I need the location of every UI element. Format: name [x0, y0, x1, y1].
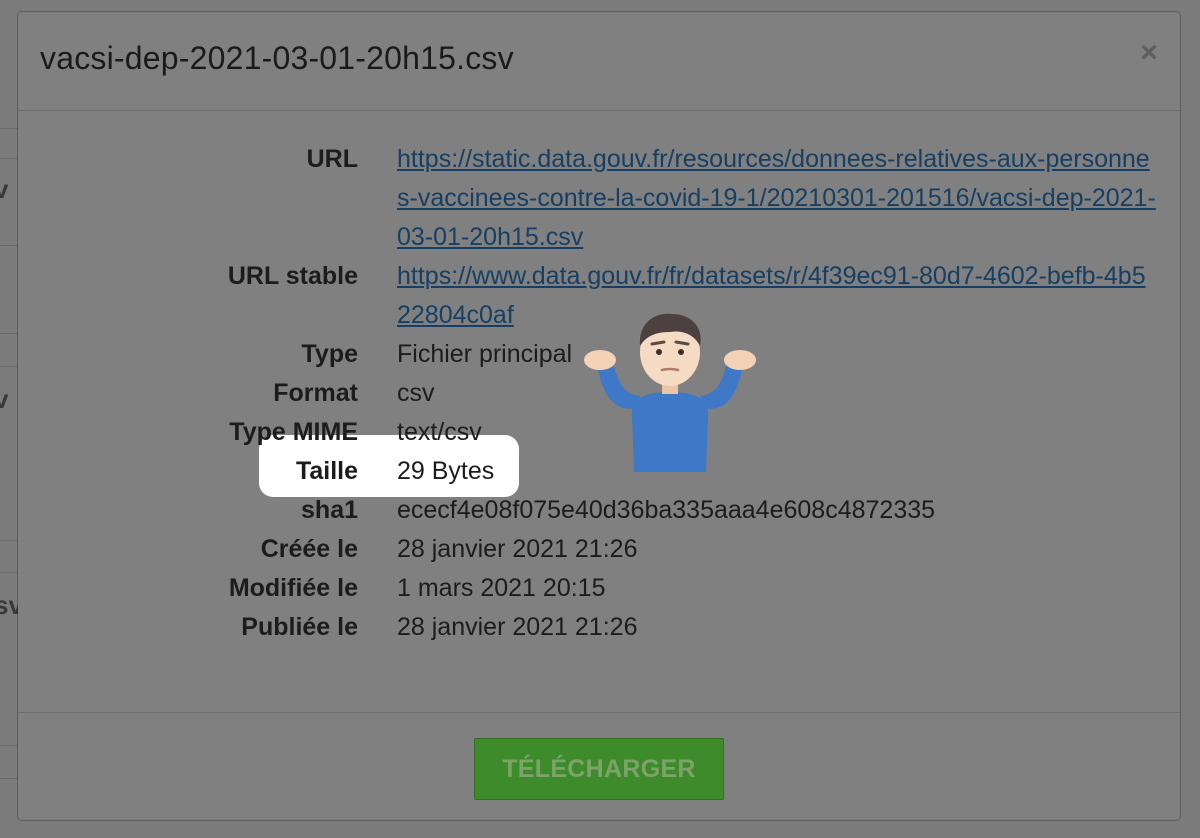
detail-label: Publiée le — [241, 613, 358, 641]
detail-label: Taille — [295, 457, 358, 485]
background-divider — [0, 128, 18, 129]
detail-label: sha1 — [301, 496, 358, 524]
resource-link[interactable]: https://static.data.gouv.fr/resources/do… — [397, 145, 1156, 251]
detail-value: text/csv — [397, 418, 482, 446]
close-icon[interactable]: × — [1134, 38, 1164, 68]
detail-row: Créée le 28 janvier 2021 21:26 — [18, 530, 1180, 569]
detail-label: Type — [301, 340, 359, 368]
man-shrugging-icon — [584, 313, 756, 472]
detail-row: URL https://static.data.gouv.fr/resources… — [18, 140, 1180, 257]
detail-label: URL — [306, 145, 358, 173]
detail-value: csv — [397, 379, 435, 407]
resource-link[interactable]: https://www.data.gouv.fr/fr/datasets/r/4… — [397, 262, 1146, 329]
detail-value: https://www.data.gouv.fr/fr/datasets/r/4… — [397, 257, 1157, 335]
detail-value: ececf4e08f075e40d36ba335aaa4e608c4872335 — [397, 496, 936, 524]
background-divider — [0, 778, 18, 779]
detail-value: 1 mars 2021 20:15 — [397, 574, 606, 602]
background-divider — [0, 366, 18, 367]
background-divider — [0, 745, 18, 746]
detail-label: Modifiée le — [228, 574, 358, 602]
background-divider — [0, 540, 18, 541]
detail-value: https://static.data.gouv.fr/resources/do… — [397, 140, 1157, 257]
background-divider — [0, 158, 18, 159]
detail-value: Fichier principal — [397, 340, 573, 368]
background-divider — [0, 245, 18, 246]
detail-value: 28 janvier 2021 21:26 — [397, 535, 638, 563]
background-partial-text: v — [0, 174, 9, 204]
download-button[interactable]: TÉLÉCHARGER — [474, 738, 724, 800]
detail-row: Publiée le 28 janvier 2021 21:26 — [18, 608, 1180, 647]
detail-label: Format — [273, 379, 358, 407]
background-partial-text: v — [0, 384, 9, 414]
background-divider — [0, 572, 18, 573]
modal-header: vacsi-dep-2021-03-01-20h15.csv × — [18, 12, 1180, 111]
modal-title: vacsi-dep-2021-03-01-20h15.csv — [40, 40, 514, 76]
background-divider — [0, 333, 18, 334]
detail-label: URL stable — [227, 262, 358, 290]
modal-footer: TÉLÉCHARGER — [18, 712, 1180, 820]
detail-row: sha1 ececf4e08f075e40d36ba335aaa4e608c487… — [18, 491, 1180, 530]
detail-value: 29 Bytes — [397, 457, 495, 485]
detail-label: Créée le — [260, 535, 358, 563]
detail-row: Modifiée le 1 mars 2021 20:15 — [18, 569, 1180, 608]
detail-value: 28 janvier 2021 21:26 — [397, 613, 638, 641]
detail-label: Type MIME — [229, 418, 358, 446]
